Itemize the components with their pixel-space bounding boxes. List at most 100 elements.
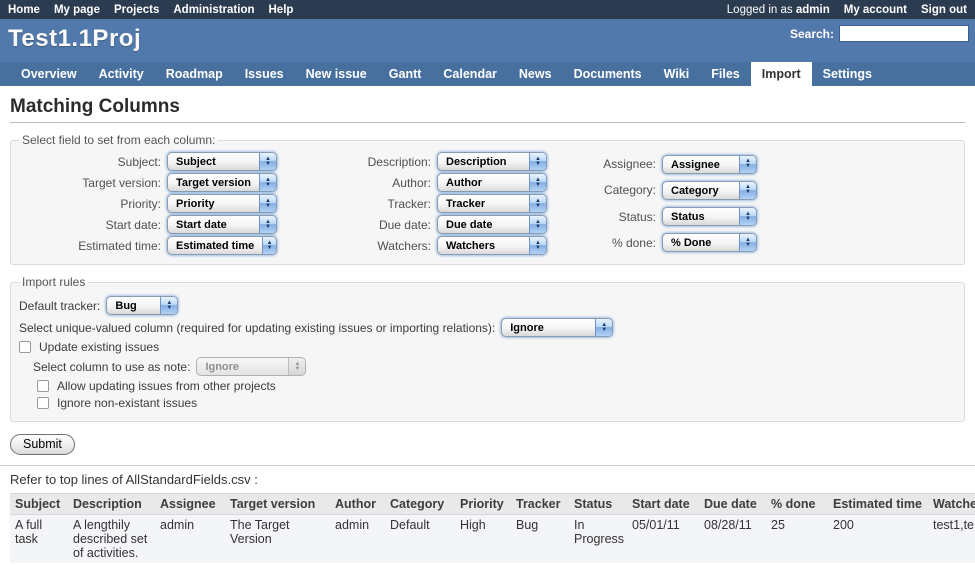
mapping-row: Due date:Due date▲▼ — [277, 214, 547, 235]
tab-issues[interactable]: Issues — [234, 62, 295, 86]
tracker-label: Tracker: — [277, 193, 437, 214]
allow-other-projects-checkbox[interactable] — [37, 380, 49, 392]
tab-roadmap[interactable]: Roadmap — [155, 62, 234, 86]
logged-in-username: admin — [796, 4, 830, 16]
mapping-row: Subject:Subject▲▼ — [19, 151, 277, 172]
tab-overview[interactable]: Overview — [10, 62, 88, 86]
tab-settings[interactable]: Settings — [812, 62, 883, 86]
start-date-select[interactable]: Start date▲▼ — [167, 215, 277, 234]
header: Test1.1Proj Search: — [0, 19, 975, 62]
csv-col-header-subject: Subject — [10, 494, 68, 515]
csv-col-header-start-date: Start date — [627, 494, 699, 515]
note-column-select[interactable]: Ignore ▲▼ — [196, 357, 306, 376]
tab-news[interactable]: News — [508, 62, 563, 86]
tracker-select[interactable]: Tracker▲▼ — [437, 194, 547, 213]
csv-col-header-watchers: Watchers — [928, 494, 975, 515]
mapping-row: Estimated time:Estimated time▲▼ — [19, 235, 277, 256]
mapping-row: Status:Status▲▼ — [547, 204, 757, 230]
csv-cell: 25 — [766, 515, 828, 564]
default-tracker-select[interactable]: Bug ▲▼ — [106, 296, 178, 315]
update-existing-checkbox[interactable] — [19, 341, 31, 353]
status-select[interactable]: Status▲▼ — [662, 207, 757, 226]
estimated-time-select[interactable]: Estimated time▲▼ — [167, 236, 277, 255]
assignee-label: Assignee: — [547, 151, 662, 177]
search-input[interactable] — [839, 25, 969, 42]
submit-button[interactable]: Submit — [10, 434, 75, 455]
csv-header-row: SubjectDescriptionAssigneeTarget version… — [10, 494, 975, 515]
top-menu-left: Home My page Projects Administration Help — [8, 4, 727, 16]
tab-gantt[interactable]: Gantt — [378, 62, 433, 86]
unique-column-select[interactable]: Ignore ▲▼ — [501, 318, 613, 337]
top-menu-item-help[interactable]: Help — [269, 4, 294, 16]
author-select[interactable]: Author▲▼ — [437, 173, 547, 192]
target-version-select[interactable]: Target version▲▼ — [167, 173, 277, 192]
mapping-column-1: Subject:Subject▲▼Target version:Target v… — [19, 151, 277, 256]
tab-files[interactable]: Files — [700, 62, 751, 86]
csv-cell: The Target Version — [225, 515, 330, 564]
top-menu-item-sign-out[interactable]: Sign out — [921, 4, 967, 16]
field-mapping-legend: Select field to set from each column: — [19, 133, 218, 147]
target-version-label: Target version: — [19, 172, 167, 193]
csv-cell: admin — [330, 515, 385, 564]
tab-activity[interactable]: Activity — [88, 62, 155, 86]
csv-cell: Bug — [511, 515, 569, 564]
csv-col-header-description: Description — [68, 494, 155, 515]
tab-documents[interactable]: Documents — [563, 62, 653, 86]
csv-preview-table: SubjectDescriptionAssigneeTarget version… — [10, 493, 975, 565]
select-stepper-icon: ▲▼ — [529, 195, 546, 212]
estimated-time-label: Estimated time: — [19, 235, 167, 256]
mapping-row: Category:Category▲▼ — [547, 177, 757, 203]
mapping-row: % done:% Done▲▼ — [547, 230, 757, 256]
default-tracker-label: Default tracker: — [19, 299, 100, 313]
field-mapping-grid: Subject:Subject▲▼Target version:Target v… — [19, 151, 956, 256]
field-mapping-box: Select field to set from each column: Su… — [10, 133, 965, 265]
category-select[interactable]: Category▲▼ — [662, 181, 757, 200]
ignore-nonexistent-checkbox[interactable] — [37, 397, 49, 409]
author-label: Author: — [277, 172, 437, 193]
csv-cell: Default — [385, 515, 455, 564]
category-label: Category: — [547, 177, 662, 203]
select-stepper-icon: ▲▼ — [259, 216, 276, 233]
select-stepper-icon: ▲▼ — [739, 234, 756, 251]
select-stepper-icon: ▲▼ — [262, 237, 276, 254]
top-menu-item-my-page[interactable]: My page — [54, 4, 100, 16]
import-rules-legend: Import rules — [19, 275, 88, 289]
done-select[interactable]: % Done▲▼ — [662, 233, 757, 252]
csv-cell: 08/28/11 — [699, 515, 766, 564]
subject-select[interactable]: Subject▲▼ — [167, 152, 277, 171]
assignee-select[interactable]: Assignee▲▼ — [662, 155, 757, 174]
project-title: Test1.1Proj — [8, 25, 141, 53]
csv-col-header-target-version: Target version — [225, 494, 330, 515]
mapping-row: Watchers:Watchers▲▼ — [277, 235, 547, 256]
due-date-select[interactable]: Due date▲▼ — [437, 215, 547, 234]
tab-new-issue[interactable]: New issue — [295, 62, 378, 86]
tab-wiki[interactable]: Wiki — [653, 62, 701, 86]
csv-col-header-tracker: Tracker — [511, 494, 569, 515]
mapping-row: Start date:Start date▲▼ — [19, 214, 277, 235]
tab-calendar[interactable]: Calendar — [432, 62, 508, 86]
watchers-select[interactable]: Watchers▲▼ — [437, 236, 547, 255]
mapping-row: Target version:Target version▲▼ — [19, 172, 277, 193]
import-rules-box: Import rules Default tracker: Bug ▲▼ Sel… — [10, 275, 965, 422]
select-stepper-icon: ▲▼ — [739, 156, 756, 173]
select-stepper-icon: ▲▼ — [739, 182, 756, 199]
csv-col-header-priority: Priority — [455, 494, 511, 515]
mapping-row: Assignee:Assignee▲▼ — [547, 151, 757, 177]
tab-import[interactable]: Import — [751, 62, 812, 86]
csv-col-header-author: Author — [330, 494, 385, 515]
csv-cell: A lengthily described set of activities. — [68, 515, 155, 564]
watchers-label: Watchers: — [277, 235, 437, 256]
unique-column-label: Select unique-valued column (required fo… — [19, 321, 495, 335]
description-select[interactable]: Description▲▼ — [437, 152, 547, 171]
csv-preview-body: A full taskA lengthily described set of … — [10, 515, 975, 565]
csv-col-header-estimated-time: Estimated time — [828, 494, 928, 515]
top-menu-item-my-account[interactable]: My account — [844, 4, 907, 16]
subject-label: Subject: — [19, 151, 167, 172]
due-date-label: Due date: — [277, 214, 437, 235]
select-stepper-icon: ▲▼ — [259, 195, 276, 212]
top-menu-item-home[interactable]: Home — [8, 4, 40, 16]
csv-cell: 05/01/11 — [627, 515, 699, 564]
priority-select[interactable]: Priority▲▼ — [167, 194, 277, 213]
top-menu-item-projects[interactable]: Projects — [114, 4, 159, 16]
top-menu-item-administration[interactable]: Administration — [173, 4, 254, 16]
